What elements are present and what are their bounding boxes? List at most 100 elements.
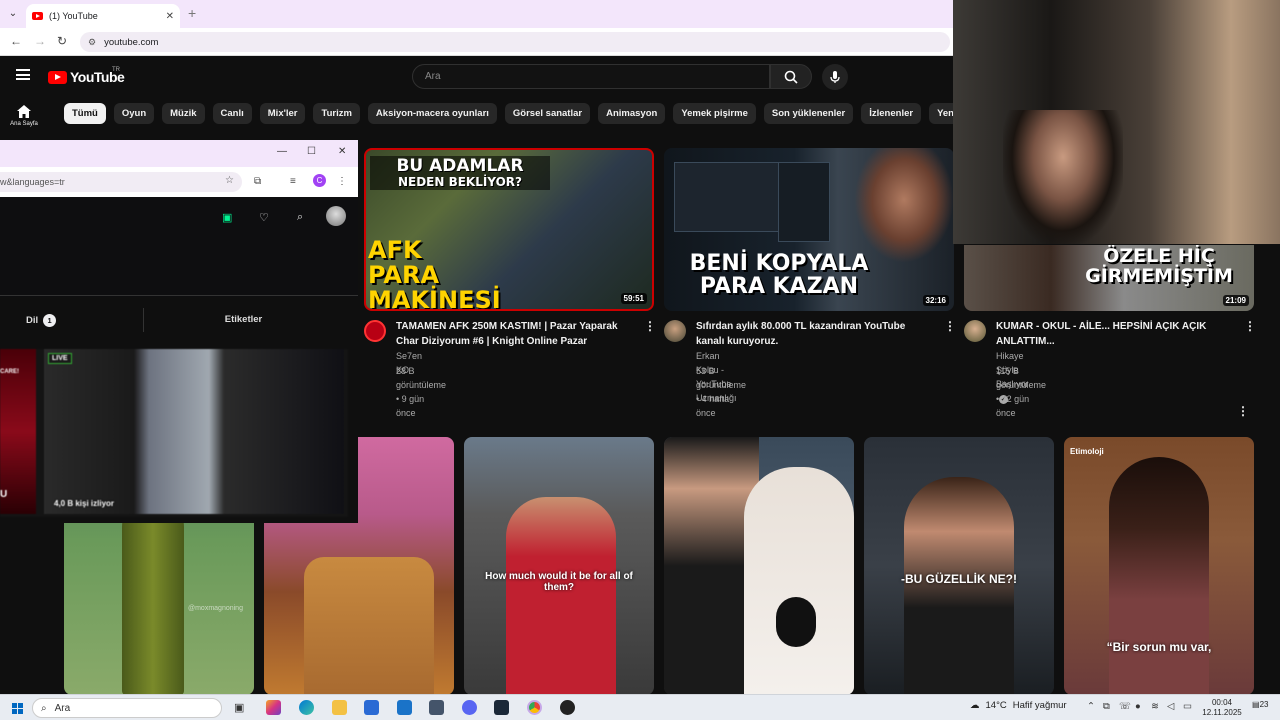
battery-icon[interactable]: ▭ <box>1183 701 1192 712</box>
chip-animation[interactable]: Animasyon <box>598 103 666 124</box>
chip-new-to-you[interactable]: Yeni öneriler <box>929 103 953 124</box>
video-title[interactable]: TAMAMEN AFK 250M KASTIM! | Pazar Yaparak… <box>396 319 636 349</box>
obs-icon[interactable] <box>560 700 575 715</box>
chip-mixes[interactable]: Mix'ler <box>259 103 306 124</box>
secondary-browser-window[interactable]: — ☐ ✕ w&languages=tr ☆ ⧉ ≡ ⋮ C ▣ ♡ ⌕ Dil… <box>0 140 358 523</box>
microphone-icon[interactable]: ● <box>1135 701 1141 712</box>
user-avatar[interactable] <box>326 206 346 226</box>
chip-gaming[interactable]: Oyun <box>113 103 155 124</box>
chip-action-adventure[interactable]: Aksiyon-macera oyunları <box>367 103 497 124</box>
copilot-icon[interactable] <box>266 700 281 715</box>
video-thumbnail[interactable]: ÖZELE HİÇ GİRMEMİŞTİM 21:09 <box>964 245 1254 311</box>
channel-avatar[interactable] <box>364 320 386 342</box>
file-explorer-icon[interactable] <box>332 700 347 715</box>
wifi-icon[interactable]: ≋ <box>1151 701 1159 712</box>
thumbnail-headline: BENİ KOPYALA PARA KAZAN <box>689 251 869 300</box>
voice-search-button[interactable] <box>822 64 848 90</box>
home-label: Ana Sayfa <box>10 121 38 127</box>
thumbnail-headline: BU ADAMLAR NEDEN BEKLİYOR? <box>370 156 550 191</box>
steam-icon[interactable] <box>494 700 509 715</box>
divider <box>0 295 358 296</box>
extensions-icon[interactable]: ⧉ <box>254 176 261 187</box>
tags-filter-tab[interactable]: Etiketler <box>143 308 343 332</box>
short-card[interactable]: Etimoloji “Bir sorun mu var, <box>1064 437 1254 695</box>
video-duration: 21:09 <box>1222 295 1249 306</box>
chip-all[interactable]: Tümü <box>64 103 106 124</box>
address-bar[interactable]: ⚙ youtube.com <box>80 32 950 52</box>
mail-icon[interactable] <box>397 700 412 715</box>
bookmark-star-icon[interactable]: ☆ <box>225 175 234 186</box>
network-icon[interactable]: ☏ <box>1119 701 1131 712</box>
chevron-up-icon[interactable]: ⌃ <box>1087 701 1095 712</box>
site-info-icon[interactable]: ⚙ <box>88 37 96 48</box>
video-thumbnail[interactable]: BENİ KOPYALA PARA KAZAN 32:16 <box>664 148 954 311</box>
category-chips: Tümü Oyun Müzik Canlı Mix'ler Turizm Aks… <box>64 103 953 125</box>
channel-avatar[interactable] <box>964 320 986 342</box>
language-filter-tab[interactable]: Dil 1 <box>26 314 57 327</box>
more-options-icon[interactable]: ⋮ <box>1244 319 1256 333</box>
back-arrow-icon[interactable]: ← <box>10 34 22 48</box>
channel-avatar[interactable] <box>664 320 686 342</box>
chip-recently-uploaded[interactable]: Son yüklenenler <box>763 103 854 124</box>
tab-search-chevron-icon[interactable]: ⌄ <box>4 4 22 22</box>
reload-icon[interactable]: ↻ <box>57 34 67 48</box>
app-icon[interactable] <box>429 700 444 715</box>
heart-icon[interactable]: ♡ <box>259 211 269 224</box>
minimize-icon[interactable]: — <box>277 146 287 157</box>
video-title[interactable]: KUMAR - OKUL - AİLE... HEPSİNİ AÇIK AÇIK… <box>996 319 1236 349</box>
sidebar-item-home[interactable]: Ana Sayfa <box>0 104 48 140</box>
search-button[interactable] <box>770 64 812 89</box>
stream-thumbnail-letter: U <box>0 489 8 500</box>
short-figure <box>304 557 434 695</box>
taskbar-search[interactable]: ⌕ Ara <box>32 698 222 718</box>
start-button-icon[interactable] <box>12 703 23 714</box>
short-card[interactable] <box>664 437 854 695</box>
short-caption: How much would it be for all of them? <box>485 571 633 593</box>
edge-icon[interactable] <box>299 700 314 715</box>
chip-live[interactable]: Canlı <box>212 103 252 124</box>
more-options-icon[interactable]: ⋮ <box>944 319 956 333</box>
browser-tab-youtube[interactable]: (1) YouTube ✕ <box>26 4 180 28</box>
search-icon[interactable]: ⌕ <box>297 211 303 224</box>
media-control-icon[interactable]: ≡ <box>290 176 296 187</box>
store-icon[interactable] <box>364 700 379 715</box>
profile-avatar[interactable]: C <box>313 174 326 187</box>
youtube-header: YouTube TR Ara <box>0 56 953 96</box>
chip-cooking[interactable]: Yemek pişirme <box>673 103 756 124</box>
window-url-text: w&languages=tr <box>0 177 65 187</box>
close-tab-icon[interactable]: ✕ <box>166 11 174 22</box>
discord-icon[interactable] <box>462 700 477 715</box>
shorts-shelf-more-icon[interactable]: ⋮ <box>1237 404 1249 418</box>
chip-tourism[interactable]: Turizm <box>313 103 360 124</box>
volume-icon[interactable]: ◁ <box>1167 701 1174 712</box>
short-card[interactable]: How much would it be for all of them? <box>464 437 654 695</box>
chrome-icon[interactable] <box>527 700 542 715</box>
video-stats: 115 B görüntüleme • 12 gün önce <box>996 366 1047 418</box>
more-options-icon[interactable]: ⋮ <box>644 319 656 333</box>
chip-music[interactable]: Müzik <box>162 103 205 124</box>
close-window-icon[interactable]: ✕ <box>338 146 346 157</box>
chip-visual-arts[interactable]: Görsel sanatlar <box>504 103 591 124</box>
browser-menu-icon[interactable]: ⋮ <box>337 176 347 187</box>
window-address-bar[interactable]: w&languages=tr ☆ <box>0 172 242 192</box>
notification-center-icon[interactable]: ▤23 <box>1252 700 1268 709</box>
language-filter-label: Dil <box>26 315 39 326</box>
short-card[interactable]: -BU GÜZELLİK NE?! <box>864 437 1054 695</box>
forward-arrow-icon[interactable]: → <box>34 34 46 48</box>
clock[interactable]: 00:04 12.11.2025 <box>1200 698 1244 718</box>
hamburger-menu-icon[interactable] <box>16 69 30 80</box>
video-thumbnail[interactable]: BU ADAMLAR NEDEN BEKLİYOR? AFK PARA MAKİ… <box>364 148 654 311</box>
search-input[interactable]: Ara <box>412 64 770 89</box>
task-view-icon[interactable]: ▣ <box>234 701 244 714</box>
maximize-icon[interactable]: ☐ <box>307 146 316 157</box>
microphone-icon <box>830 71 840 83</box>
gift-icon[interactable]: ▣ <box>222 211 232 224</box>
new-tab-icon[interactable]: + <box>188 5 196 21</box>
video-duration: 32:16 <box>922 295 949 306</box>
video-stats: 28 B görüntüleme • 9 gün önce <box>396 366 447 418</box>
chip-watched[interactable]: İzlenenler <box>861 103 922 124</box>
weather-widget[interactable]: ☁ 14°C Hafif yağmur <box>970 700 1067 711</box>
stream-preview-card[interactable]: CARE! U LIVE 4,0 B kişi izliyor <box>0 349 348 517</box>
video-title[interactable]: Sıfırdan aylık 80.000 TL kazandıran YouT… <box>696 319 936 349</box>
tray-app-icon[interactable]: ⧉ <box>1103 701 1110 712</box>
